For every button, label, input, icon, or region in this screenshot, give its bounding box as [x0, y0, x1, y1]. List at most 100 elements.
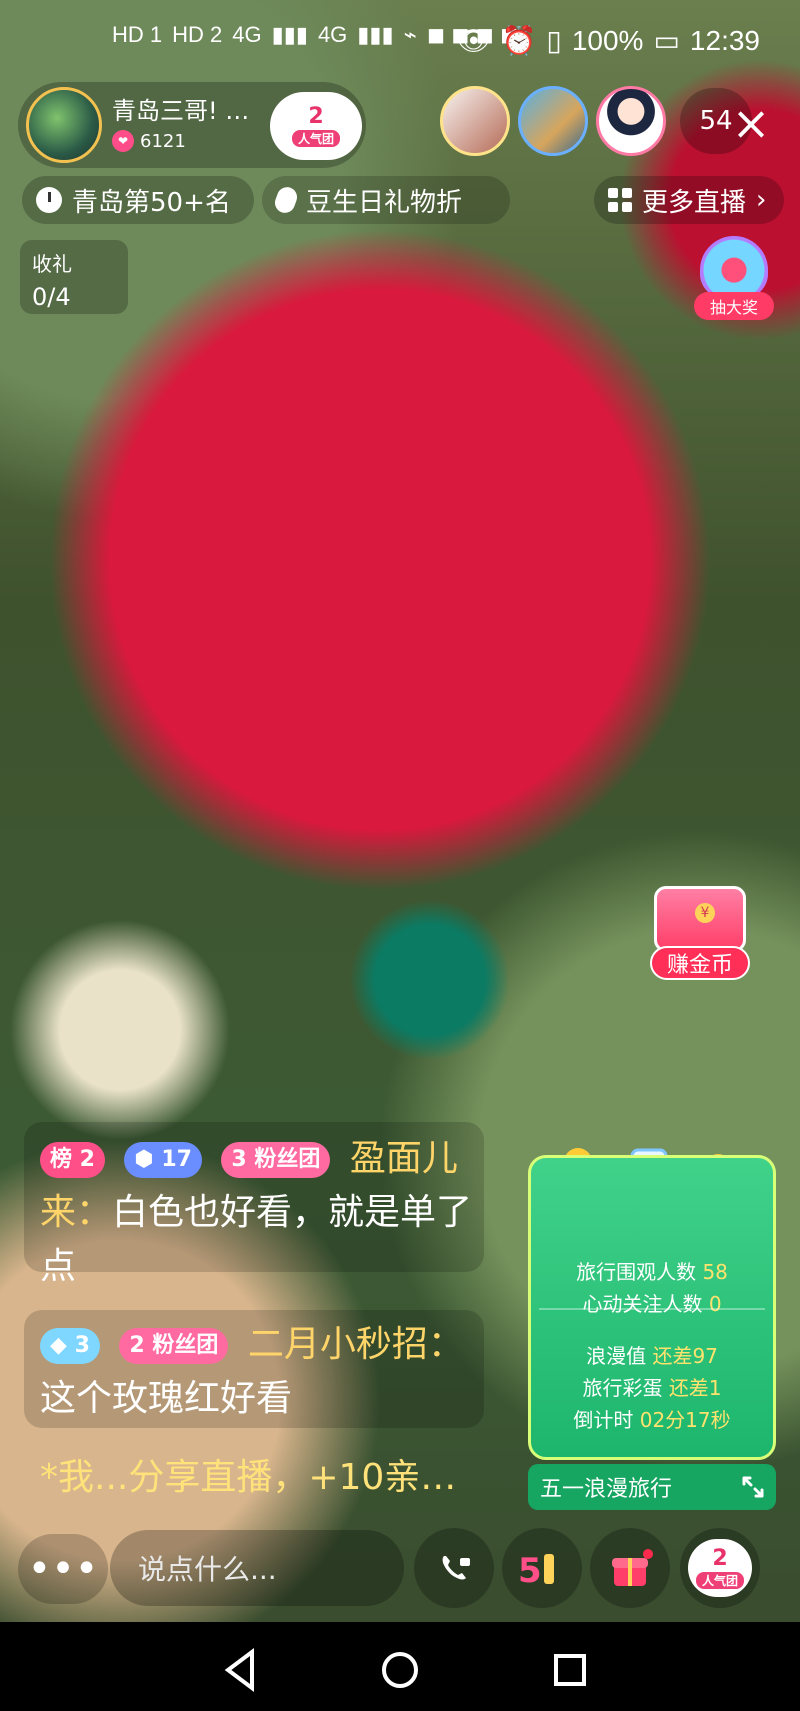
gem-level-tag: ⬢ 17 [124, 1142, 202, 1178]
activity-text: 豆生日礼物折 [306, 187, 463, 218]
city-rank-text: 青岛第50+名 [72, 187, 231, 218]
travel-title: 五一浪漫旅行 [540, 1477, 673, 1502]
system-share-message: *我...分享直播，+10亲… [40, 1457, 457, 1498]
close-button[interactable]: × [728, 100, 774, 146]
egg-row: 旅行彩蛋 还差1 [531, 1372, 773, 1401]
follow-value: 0 [708, 1292, 722, 1316]
panel-divider [539, 1308, 765, 1310]
gem-icon: ⬢ [134, 1147, 154, 1172]
romance-row: 浪漫值 还差97 [531, 1340, 773, 1369]
network-4g-1: 4G [232, 22, 262, 47]
viewer-avatar-3[interactable] [596, 86, 666, 156]
onlookers-value: 58 [702, 1260, 728, 1284]
svg-text:5: 5 [518, 1551, 542, 1590]
popularity-label: 人气团 [291, 129, 340, 147]
lottery-label: 抽大奖 [694, 292, 774, 320]
romance-label: 浪漫值 [586, 1344, 647, 1368]
lottery-widget[interactable]: 抽大奖 [694, 236, 774, 320]
signal-icon-2: ▮▮▮ [357, 22, 394, 47]
signal-icon: ▮▮▮ [271, 22, 308, 47]
travel-panel[interactable]: 旅行围观人数 58 心动关注人数 0 浪漫值 还差97 旅行彩蛋 还差1 倒计时… [528, 1155, 776, 1460]
chat-message-2[interactable]: ◆ 3 2 粉丝团 二月小秒招： 这个玫瑰红好看 [40, 1318, 480, 1426]
call-button[interactable] [414, 1528, 494, 1608]
may-day-icon: 5 [518, 1551, 554, 1590]
alarm-icon: ⏰ [501, 25, 537, 56]
gift-receive-box[interactable]: 收礼 0/4 [20, 240, 128, 314]
comment-input[interactable]: 说点什么... [110, 1530, 404, 1606]
vibrate-icon: ▯ [546, 25, 562, 56]
network-4g-2: 4G [317, 22, 348, 47]
viewer-avatars: 54 [440, 86, 752, 156]
onlookers-row: 旅行围观人数 58 [531, 1256, 773, 1285]
recent-apps-icon[interactable] [540, 1640, 600, 1700]
more-live-button[interactable]: 更多直播 › [594, 176, 784, 224]
popularity-level: 2 [308, 103, 324, 129]
more-dots: ••• [27, 1546, 99, 1592]
diamond-icon: ◆ [50, 1333, 67, 1358]
apps-icon [608, 188, 632, 212]
popularity-team-bottom-button[interactable]: 2 人气团 [680, 1528, 760, 1608]
host-text: 青岛三哥! … ❤ 6121 [102, 96, 250, 153]
treasure-chest-icon [654, 886, 746, 952]
phone-video-icon [442, 1556, 470, 1580]
host-avatar[interactable] [26, 87, 102, 163]
countdown-row: 倒计时 02分17秒 [531, 1404, 773, 1433]
chevron-right-icon: › [756, 185, 767, 215]
expand-icon[interactable] [740, 1474, 766, 1500]
rank-tag: 榜 2 [40, 1142, 105, 1178]
earn-coins-label: 赚金币 [650, 946, 750, 980]
sim1-label: HD 1 [112, 22, 163, 47]
host-likes: 6121 [140, 130, 186, 152]
comment-placeholder: 说点什么... [138, 1553, 277, 1586]
fan-level: 3 [231, 1147, 247, 1172]
battery-percent: 100% [571, 24, 644, 56]
clock-icon [36, 187, 62, 213]
status-bar: HD 1 HD 2 4G ▮▮▮ 4G ▮▮▮ ⌁ ◼ ◼ ◼ ◼ 👁 ⏰ ▯ … [0, 0, 800, 92]
clock-time: 12:39 [689, 24, 760, 56]
diamond-level: 3 [74, 1333, 90, 1358]
gift-button[interactable] [590, 1528, 670, 1608]
host-likes-row: ❤ 6121 [112, 130, 249, 153]
fan-label-2: 粉丝团 [152, 1333, 219, 1358]
heart-icon: ❤ [112, 130, 134, 153]
fan-club-tag: 3 粉丝团 [221, 1142, 331, 1178]
follow-row: 心动关注人数 0 [531, 1288, 773, 1317]
battery-icon: ▭ [653, 25, 680, 56]
gift-receive-progress: 0/4 [32, 283, 71, 311]
countdown-label: 倒计时 [573, 1408, 634, 1432]
diamond-level-tag: ◆ 3 [40, 1328, 100, 1364]
back-icon[interactable] [212, 1640, 272, 1700]
egg-value: 还差1 [668, 1376, 722, 1400]
city-rank-chip[interactable]: 青岛第50+名 [22, 176, 254, 224]
gift-icon [612, 1549, 653, 1586]
egg-label: 旅行彩蛋 [582, 1376, 663, 1400]
more-live-label: 更多直播 [642, 187, 747, 218]
more-options-button[interactable]: ••• [18, 1534, 108, 1604]
flame-icon [272, 184, 300, 216]
status-right: 👁 ⏰ ▯ 100% ▭ 12:39 [456, 24, 760, 57]
chat-username-2[interactable]: 二月小秒招： [248, 1324, 464, 1365]
chat-text-2: 这个玫瑰红好看 [40, 1378, 293, 1419]
chat-message-1[interactable]: 榜 2 ⬢ 17 3 粉丝团 盈面儿来：白色也好看，就是单了点 [40, 1132, 480, 1294]
sim2-label: HD 2 [172, 22, 223, 47]
fan-level-2: 2 [129, 1333, 145, 1358]
home-icon[interactable] [370, 1640, 430, 1700]
viewer-avatar-1[interactable] [440, 86, 510, 156]
wifi-icon: ⌁ [403, 22, 417, 47]
viewer-avatar-2[interactable] [518, 86, 588, 156]
lottery-icon [700, 236, 768, 298]
gem-level: 17 [161, 1147, 192, 1172]
may-day-event-button[interactable]: 5 [502, 1528, 582, 1608]
follow-label: 心动关注人数 [582, 1292, 703, 1316]
travel-title-bar[interactable]: 五一浪漫旅行 [528, 1464, 776, 1510]
popularity-team-button[interactable]: 2 人气团 [270, 92, 362, 160]
onlookers-label: 旅行围观人数 [576, 1260, 697, 1284]
activity-chip[interactable]: 豆生日礼物折 [262, 176, 510, 224]
countdown-value: 02分17秒 [639, 1408, 731, 1432]
travel-panel-top: 旅行围观人数 58 心动关注人数 0 [531, 1158, 773, 1316]
fan-club-tag-2: 2 粉丝团 [119, 1328, 229, 1364]
host-name: 青岛三哥! … [112, 96, 250, 125]
popularity-label-bottom: 人气团 [695, 1571, 744, 1589]
popularity-level-bottom: 2 [712, 1545, 728, 1571]
earn-coins-widget[interactable]: 赚金币 [650, 880, 750, 980]
